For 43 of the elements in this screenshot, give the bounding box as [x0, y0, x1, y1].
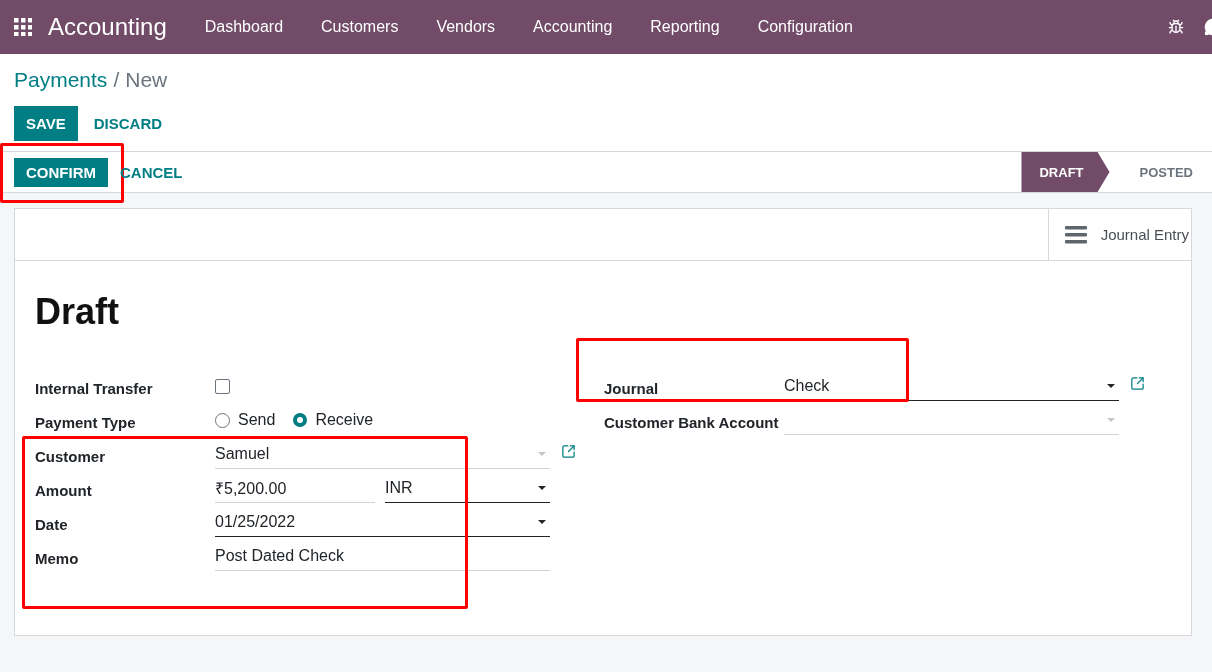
breadcrumb-link[interactable]: Payments	[14, 68, 108, 92]
save-button[interactable]: SAVE	[14, 106, 78, 141]
caret-icon	[1107, 417, 1115, 422]
caret-icon	[538, 451, 546, 456]
discard-button[interactable]: DISCARD	[79, 106, 177, 141]
confirm-button[interactable]: CONFIRM	[14, 157, 108, 187]
field-label: Journal	[604, 379, 660, 399]
breadcrumb-current: New	[125, 68, 168, 92]
external-link-icon[interactable]	[561, 444, 576, 459]
field-label: Payment Type	[35, 413, 137, 433]
caret-icon	[1107, 383, 1115, 388]
caret-icon	[538, 519, 546, 524]
field-label: Date	[35, 515, 69, 535]
apps-grid-icon[interactable]	[14, 18, 32, 36]
field-label: Customer	[35, 447, 106, 467]
input-field[interactable]: Samuel	[215, 439, 550, 469]
checkbox[interactable]	[215, 379, 230, 394]
input-field[interactable]: Check	[784, 371, 1119, 401]
radio-option[interactable]: Send	[215, 411, 276, 429]
record-title: Draft	[35, 291, 120, 333]
field-label: Memo	[35, 549, 80, 569]
app-title: Accounting	[48, 13, 167, 41]
bug-icon[interactable]	[1168, 19, 1184, 35]
field-label: Customer Bank Account	[604, 413, 780, 433]
breadcrumb-separator: /	[113, 68, 120, 92]
input-field[interactable]: ₹5,200.00	[215, 473, 375, 503]
menu-item[interactable]: Accounting	[533, 18, 613, 36]
input-field[interactable]: 01/25/2022	[215, 507, 550, 537]
menu-item[interactable]: Vendors	[436, 18, 496, 36]
currency-select[interactable]: INR	[385, 473, 550, 503]
menu-item[interactable]: Customers	[321, 18, 399, 36]
menu-item[interactable]: Configuration	[757, 18, 853, 36]
status-stage[interactable]: DRAFT	[1021, 152, 1110, 192]
menu-item[interactable]: Reporting	[650, 18, 720, 36]
field-label: Amount	[35, 481, 93, 501]
external-link-icon[interactable]	[1130, 376, 1145, 391]
menu-item[interactable]: Dashboard	[204, 18, 284, 36]
input-field[interactable]: Post Dated Check	[215, 541, 550, 571]
menu-icon	[1064, 225, 1087, 244]
journal-entry-button[interactable]: Journal Entry	[1047, 209, 1191, 260]
status-stage[interactable]: POSTED	[1109, 152, 1212, 192]
field-label: Internal Transfer	[35, 379, 154, 399]
radio-option[interactable]: Receive	[293, 411, 374, 429]
